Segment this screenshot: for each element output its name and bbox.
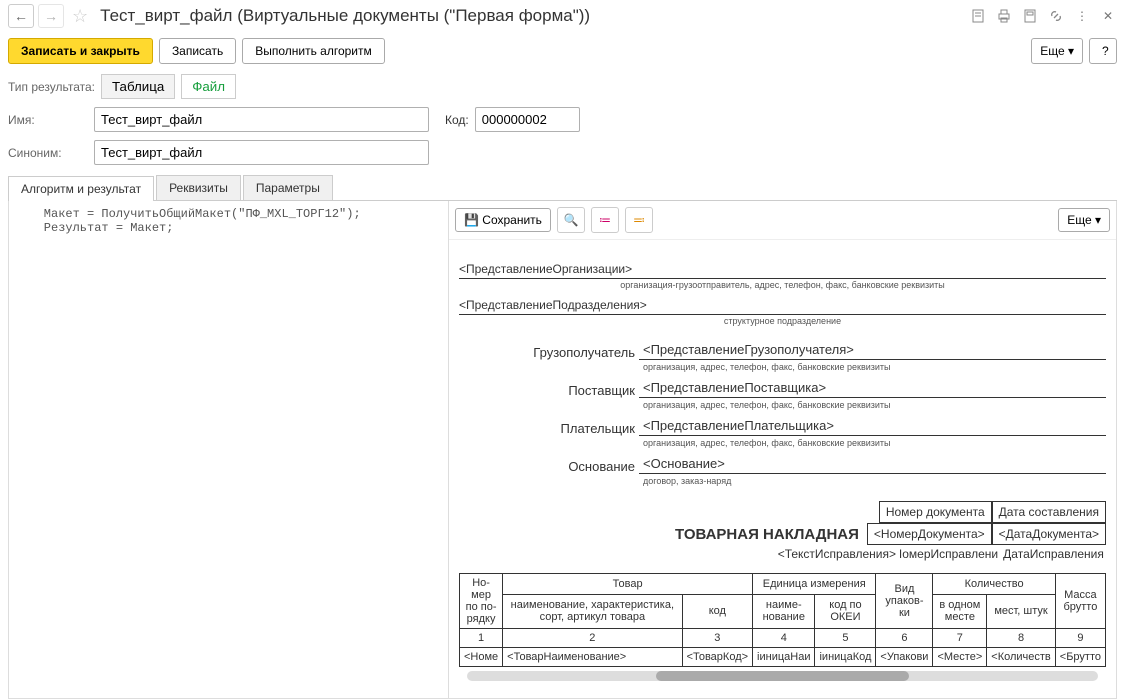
cell-name: <ТоварНаименование> bbox=[503, 648, 682, 667]
payer-caption: организация, адрес, телефон, факс, банко… bbox=[643, 438, 1106, 448]
close-icon[interactable]: ✕ bbox=[1099, 7, 1117, 25]
num-7: 7 bbox=[933, 629, 987, 648]
cell-code: <ТоварКод> bbox=[682, 648, 752, 667]
org-representation: <ПредставлениеОрганизации> bbox=[459, 260, 1106, 279]
org-caption: организация-грузоотправитель, адрес, тел… bbox=[459, 279, 1106, 296]
help-button[interactable]: ? bbox=[1089, 38, 1117, 64]
correction-text: <ТекстИсправления> bbox=[778, 547, 896, 561]
cell-num: <Номе bbox=[460, 648, 503, 667]
more-button[interactable]: Еще ▾ bbox=[1031, 38, 1083, 64]
col-goods-code: код bbox=[682, 594, 752, 628]
preview-more-button[interactable]: Еще ▾ bbox=[1058, 208, 1110, 232]
cell-unit-name: іиницаНаи bbox=[753, 648, 815, 667]
star-icon[interactable]: ☆ bbox=[68, 6, 92, 27]
col-qty: Количество bbox=[933, 574, 1055, 595]
consignee-label: Грузополучатель bbox=[519, 345, 639, 360]
doc-num-value: <НомерДокумента> bbox=[867, 523, 992, 545]
preview-save-button[interactable]: 💾 Сохранить bbox=[455, 208, 551, 232]
save-close-button[interactable]: Записать и закрыть bbox=[8, 38, 153, 64]
name-label: Имя: bbox=[8, 113, 88, 127]
num-2: 2 bbox=[503, 629, 682, 648]
col-unit-code: код по ОКЕИ bbox=[815, 594, 876, 628]
cell-mass: <Брутто bbox=[1055, 648, 1105, 667]
correction-date: ДатаИсправления bbox=[1001, 547, 1106, 561]
basis-value: <Основание> bbox=[639, 454, 1106, 474]
code-input[interactable] bbox=[475, 107, 580, 132]
code-label: Код: bbox=[445, 113, 469, 127]
supplier-label: Поставщик bbox=[519, 383, 639, 398]
horizontal-scrollbar[interactable] bbox=[467, 671, 1098, 681]
dept-caption: структурное подразделение bbox=[459, 315, 1106, 332]
preview-tree-expand-button[interactable]: ≔ bbox=[591, 207, 619, 233]
run-algorithm-button[interactable]: Выполнить алгоритм bbox=[242, 38, 385, 64]
nav-back-button[interactable]: ← bbox=[8, 4, 34, 28]
calculator-icon[interactable] bbox=[1021, 7, 1039, 25]
tab-attributes[interactable]: Реквизиты bbox=[156, 175, 241, 200]
col-qty-places: мест, штук bbox=[987, 594, 1056, 628]
doc-date-value: <ДатаДокумента> bbox=[992, 523, 1106, 545]
name-input[interactable] bbox=[94, 107, 429, 132]
num-8: 8 bbox=[987, 629, 1056, 648]
col-qty-one: в одном месте bbox=[933, 594, 987, 628]
col-goods-name: наименование, характеристика, сорт, арти… bbox=[503, 594, 682, 628]
num-9: 9 bbox=[1055, 629, 1105, 648]
dept-representation: <ПредставлениеПодразделения> bbox=[459, 296, 1106, 315]
link-icon[interactable] bbox=[1047, 7, 1065, 25]
col-pack: Вид упаков- ки bbox=[876, 574, 933, 629]
synonym-input[interactable] bbox=[94, 140, 429, 165]
more-icon[interactable]: ⋮ bbox=[1073, 7, 1091, 25]
page-title: Тест_вирт_файл (Виртуальные документы ("… bbox=[100, 6, 590, 26]
consignee-value: <ПредставлениеГрузополучателя> bbox=[639, 340, 1106, 360]
supplier-caption: организация, адрес, телефон, факс, банко… bbox=[643, 400, 1106, 410]
basis-label: Основание bbox=[519, 459, 639, 474]
col-unit: Единица измерения bbox=[753, 574, 876, 595]
result-type-file[interactable]: Файл bbox=[181, 74, 236, 99]
payer-value: <ПредставлениеПлательщика> bbox=[639, 416, 1106, 436]
scrollbar-thumb[interactable] bbox=[656, 671, 908, 681]
num-1: 1 bbox=[460, 629, 503, 648]
save-button[interactable]: Записать bbox=[159, 38, 236, 64]
save-icon: 💾 bbox=[464, 213, 479, 227]
tab-parameters[interactable]: Параметры bbox=[243, 175, 333, 200]
report-icon[interactable] bbox=[969, 7, 987, 25]
preview-search-button[interactable]: 🔍 bbox=[557, 207, 585, 233]
col-mass: Масса брутто bbox=[1055, 574, 1105, 629]
doc-date-header: Дата составления bbox=[992, 501, 1106, 523]
print-icon[interactable] bbox=[995, 7, 1013, 25]
payer-label: Плательщик bbox=[519, 421, 639, 436]
tab-algorithm[interactable]: Алгоритм и результат bbox=[8, 176, 154, 201]
tree-expand-icon: ≔ bbox=[599, 213, 611, 227]
result-type-label: Тип результата: bbox=[8, 80, 95, 94]
cell-qty-one: <Месте> bbox=[933, 648, 987, 667]
cell-qty-places: <Количеств bbox=[987, 648, 1056, 667]
basis-caption: договор, заказ-наряд bbox=[643, 476, 1106, 486]
synonym-label: Синоним: bbox=[8, 146, 88, 160]
cell-pack: <Упакови bbox=[876, 648, 933, 667]
goods-table: Но- мер по по- рядку Товар Единица измер… bbox=[459, 573, 1106, 667]
chevron-down-icon: ▾ bbox=[1068, 44, 1074, 58]
table-row: <Номе <ТоварНаименование> <ТоварКод> іин… bbox=[460, 648, 1106, 667]
correction-num: ІомерИсправлени bbox=[896, 547, 1001, 561]
col-goods: Товар bbox=[503, 574, 753, 595]
tree-collapse-icon: ≕ bbox=[633, 213, 645, 227]
num-6: 6 bbox=[876, 629, 933, 648]
document-preview[interactable]: <ПредставлениеОрганизации> организация-г… bbox=[449, 240, 1116, 698]
chevron-down-icon: ▾ bbox=[1095, 213, 1101, 227]
num-3: 3 bbox=[682, 629, 752, 648]
consignee-caption: организация, адрес, телефон, факс, банко… bbox=[643, 362, 1106, 372]
col-unit-name: наиме- нование bbox=[753, 594, 815, 628]
code-editor[interactable]: Макет = ПолучитьОбщийМакет("ПФ_MXL_ТОРГ1… bbox=[9, 201, 449, 698]
cell-unit-code: іиницаКод bbox=[815, 648, 876, 667]
document-title: ТОВАРНАЯ НАКЛАДНАЯ bbox=[675, 526, 859, 543]
preview-tree-collapse-button[interactable]: ≕ bbox=[625, 207, 653, 233]
supplier-value: <ПредставлениеПоставщика> bbox=[639, 378, 1106, 398]
result-type-table[interactable]: Таблица bbox=[101, 74, 175, 99]
col-num: Но- мер по по- рядку bbox=[460, 574, 503, 629]
num-4: 4 bbox=[753, 629, 815, 648]
search-icon: 🔍 bbox=[563, 213, 578, 227]
num-5: 5 bbox=[815, 629, 876, 648]
doc-num-header: Номер документа bbox=[879, 501, 992, 523]
nav-forward-button[interactable]: → bbox=[38, 4, 64, 28]
